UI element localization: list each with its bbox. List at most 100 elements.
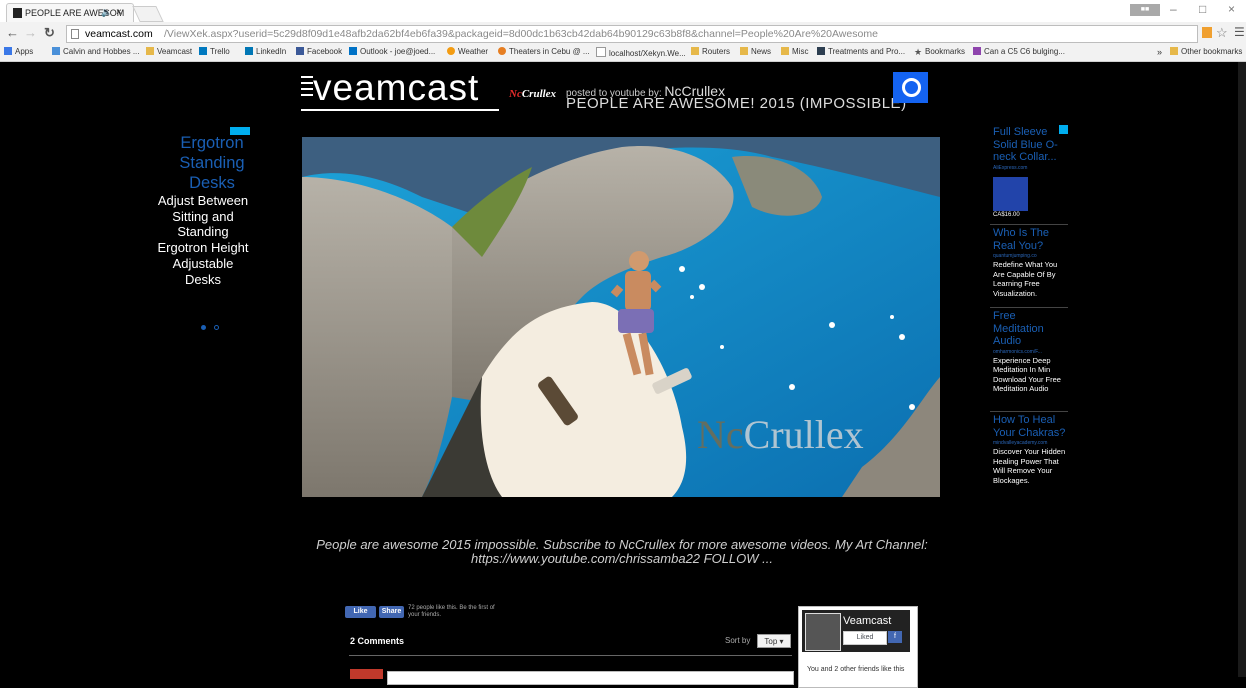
right-ad-domain[interactable]: mindvalleyacademy.com <box>993 440 1069 446</box>
ad-title[interactable]: Ergotron Standing Desks <box>160 133 264 193</box>
ad-divider <box>990 224 1068 225</box>
channel-logo: NcCrullex <box>509 88 557 100</box>
reload-icon[interactable]: ↻ <box>44 25 55 41</box>
video-player[interactable]: NcCrullex <box>302 137 940 497</box>
veamcast-logo[interactable]: veamcast <box>313 67 479 109</box>
folder-icon <box>146 47 154 55</box>
bookmark-item[interactable]: News <box>740 47 771 56</box>
fb-like-count: 72 people like this. Be the first of you… <box>408 605 495 618</box>
comments-divider <box>349 655 792 656</box>
theater-icon <box>498 47 506 55</box>
forward-arrow-icon[interactable]: → <box>24 25 37 40</box>
minimize-button[interactable]: – <box>1170 2 1177 16</box>
folder-icon <box>740 47 748 55</box>
right-ad-2[interactable]: Who Is The Real You? quantumjumping.co R… <box>993 227 1069 298</box>
new-tab-button[interactable] <box>132 6 164 22</box>
video-title: PEOPLE ARE AWESOME! 2015 (IMPOSSIBLE) <box>566 95 907 112</box>
fb-like-label: Like <box>353 608 368 615</box>
fb-friends-text: You and 2 other friends like this <box>807 666 905 673</box>
bookmark-item[interactable]: Trello <box>199 47 230 56</box>
avatar <box>350 669 383 679</box>
facebook-icon <box>296 47 304 55</box>
right-ad-title[interactable]: Who Is The Real You? <box>993 227 1069 252</box>
user-profile-button[interactable]: ■■ <box>1130 4 1160 16</box>
maximize-button[interactable]: □ <box>1199 2 1206 16</box>
fb-liked-button[interactable]: Liked <box>843 631 887 645</box>
facebook-icon[interactable]: f <box>888 631 902 643</box>
carousel-dot[interactable] <box>214 325 219 330</box>
right-ad-title[interactable]: Full Sleeve Solid Blue O-neck Collar... <box>993 126 1069 164</box>
bookmark-item[interactable]: LinkedIn <box>245 47 286 56</box>
browser-tab[interactable]: PEOPLE ARE AWESOM 🔈 × <box>6 3 134 23</box>
bookmark-item[interactable]: Misc <box>781 47 808 56</box>
carousel-dot-active[interactable] <box>201 325 206 330</box>
bookmark-item[interactable]: Calvin and Hobbes ... <box>52 47 140 56</box>
star-icon: ★ <box>914 47 923 57</box>
back-arrow-icon[interactable]: ← <box>6 25 19 40</box>
bookmark-star-icon[interactable]: ☆ <box>1216 25 1228 41</box>
ad-body[interactable]: Adjust Between Sitting and Standing Ergo… <box>156 193 250 287</box>
url-input[interactable]: veamcast.com /ViewXek.aspx?userid=5c29d8… <box>66 25 1198 43</box>
folder-icon <box>1170 47 1178 55</box>
logo-lines-icon <box>301 76 313 106</box>
tab-close-button[interactable]: × <box>116 7 122 18</box>
site-icon <box>52 47 60 55</box>
other-bookmarks[interactable]: Other bookmarks <box>1170 47 1242 56</box>
url-host: veamcast.com <box>85 28 153 40</box>
weather-icon <box>447 47 455 55</box>
logo-underline <box>301 109 499 111</box>
fb-page-name[interactable]: Veamcast <box>843 615 891 627</box>
channel-ring-icon[interactable] <box>893 72 928 103</box>
bookmark-item[interactable]: Facebook <box>296 47 342 56</box>
menu-icon[interactable]: ☰ <box>1234 25 1245 39</box>
product-price: CA$16.00 <box>993 212 1020 218</box>
fb-page-plugin[interactable]: Veamcast Liked f You and 2 other friends… <box>798 606 918 688</box>
page-icon <box>71 29 79 39</box>
bookmark-item[interactable]: localhost/Xekyn.We... <box>596 47 686 58</box>
ad-divider <box>990 307 1068 308</box>
bookmark-item[interactable]: Can a C5 C6 bulging... <box>973 47 1065 56</box>
bookmarks-overflow-button[interactable]: » <box>1157 47 1162 57</box>
bookmark-apps[interactable]: Apps <box>4 47 33 56</box>
outlook-icon <box>349 47 357 55</box>
bookmark-item[interactable]: Outlook - joe@joed... <box>349 47 435 56</box>
bookmark-item[interactable]: Weather <box>447 47 488 56</box>
close-window-button[interactable]: × <box>1228 2 1235 16</box>
right-ad-domain[interactable]: AliExpress.com <box>993 165 1069 171</box>
trello-icon <box>199 47 207 55</box>
linkedin-icon <box>245 47 253 55</box>
right-ad-domain[interactable]: quantumjumping.co <box>993 253 1069 259</box>
speaker-icon[interactable]: 🔈 <box>101 7 112 18</box>
fb-like-button[interactable]: Like <box>345 606 376 618</box>
folder-icon <box>691 47 699 55</box>
right-ad-body[interactable]: Redefine What You Are Capable Of By Lear… <box>993 260 1069 298</box>
right-ad-body[interactable]: Discover Your Hidden Healing Power That … <box>993 447 1069 485</box>
comment-input[interactable] <box>387 671 794 685</box>
sort-select[interactable]: Top ▾ <box>757 634 791 648</box>
comments-count: 2 Comments <box>350 636 405 646</box>
address-bar-row: ← → ↻ veamcast.com /ViewXek.aspx?userid=… <box>0 22 1246 44</box>
right-ad-title[interactable]: How To Heal Your Chakras? <box>993 414 1069 439</box>
right-ad-3[interactable]: Free Meditation Audio omharmonics.com/F.… <box>993 310 1069 394</box>
bookmarks-bar: Apps Calvin and Hobbes ... Veamcast Trel… <box>0 44 1246 62</box>
product-thumbnail[interactable] <box>993 177 1028 211</box>
ad-divider <box>990 411 1068 412</box>
bookmark-item[interactable]: Treatments and Pro... <box>817 47 905 56</box>
site-icon <box>973 47 981 55</box>
bookmark-item[interactable]: ★ Bookmarks <box>914 47 965 57</box>
fb-page-avatar <box>805 613 841 651</box>
browser-tab-bar: PEOPLE ARE AWESOM 🔈 × ■■ – □ × <box>0 0 1246 23</box>
url-path: /ViewXek.aspx?userid=5c29d8f09d1e48afb2d… <box>164 28 878 40</box>
right-ad-1[interactable]: Full Sleeve Solid Blue O-neck Collar... … <box>993 126 1069 171</box>
bookmark-item[interactable]: Veamcast <box>146 47 192 56</box>
bookmark-item[interactable]: Theaters in Cebu @ ... <box>498 47 590 56</box>
right-ad-4[interactable]: How To Heal Your Chakras? mindvalleyacad… <box>993 414 1069 485</box>
page-scrollbar[interactable] <box>1238 62 1246 677</box>
right-ad-body[interactable]: Experience Deep Meditation In Min Downlo… <box>993 356 1069 394</box>
bookmark-item[interactable]: Routers <box>691 47 730 56</box>
right-ad-domain[interactable]: omharmonics.com/F... <box>993 349 1069 355</box>
fb-share-button[interactable]: Share <box>379 606 404 618</box>
folder-icon <box>781 47 789 55</box>
extension-icon[interactable] <box>1202 27 1212 38</box>
right-ad-title[interactable]: Free Meditation Audio <box>993 310 1069 348</box>
